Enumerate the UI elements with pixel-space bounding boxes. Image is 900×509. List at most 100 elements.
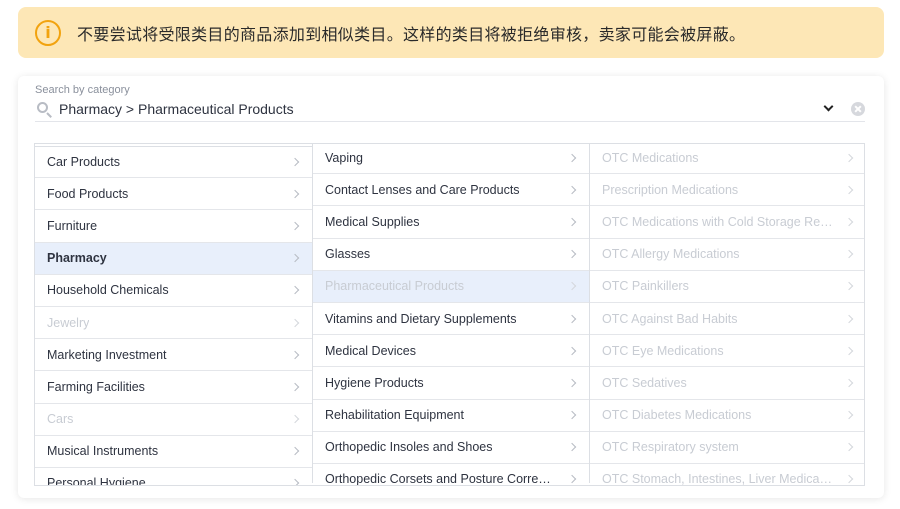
chevron-right-icon: [844, 185, 854, 195]
category-item-label: OTC Diabetes Medications: [602, 408, 752, 423]
category-item[interactable]: Musical Instruments: [35, 436, 312, 468]
category-item-label: Vitamins and Dietary Supplements: [325, 311, 517, 326]
chevron-right-icon: [844, 443, 854, 452]
category-item-label: Hygiene Products: [325, 375, 424, 390]
category-item: Jewelry: [35, 307, 312, 340]
restricted-category-warning: i 不要尝试将受限类目的商品添加到相似类目。这样的类目将被拒绝审核，卖家可能会被…: [18, 7, 884, 58]
chevron-right-icon: [290, 447, 300, 456]
category-item[interactable]: Medical Supplies: [313, 206, 589, 239]
chevron-right-icon: [844, 346, 854, 355]
category-item[interactable]: Hygiene Products: [313, 367, 589, 400]
category-item-label: Farming Facilities: [47, 379, 145, 394]
category-item[interactable]: Orthopedic Corsets and Posture Correct..…: [313, 464, 589, 486]
category-item: OTC Sedatives: [590, 367, 864, 400]
category-item-label: Rehabilitation Equipment: [325, 408, 464, 423]
category-item[interactable]: Glasses: [313, 239, 589, 271]
chevron-right-icon: [290, 318, 300, 327]
category-item[interactable]: Rehabilitation Equipment: [313, 400, 589, 432]
chevron-right-icon: [567, 153, 577, 162]
chevron-right-icon: [290, 286, 300, 295]
category-item: OTC Respiratory system: [590, 432, 864, 464]
category-item-label: OTC Medications with Cold Storage Req...: [602, 214, 834, 229]
chevron-right-icon: [844, 153, 854, 162]
search-icon: [35, 100, 53, 118]
category-item[interactable]: Medical Devices: [313, 335, 589, 368]
chevron-right-icon: [567, 314, 577, 323]
category-item: OTC Stomach, Intestines, Liver Medicati.…: [590, 464, 864, 485]
chevron-right-icon: [290, 221, 300, 231]
category-item-label: Household Chemicals: [47, 283, 169, 298]
search-label: Search by category: [35, 84, 130, 96]
chevron-right-icon: [567, 475, 577, 484]
category-item[interactable]: Farming Facilities: [35, 371, 312, 404]
category-item-label: Orthopedic Corsets and Posture Correct..…: [325, 472, 557, 486]
category-item-label: OTC Medications: [602, 150, 699, 165]
category-item[interactable]: Food Products: [35, 178, 312, 211]
chevron-right-icon: [844, 217, 854, 227]
chevron-right-icon: [844, 378, 854, 388]
category-item[interactable]: Personal Hygiene: [35, 468, 312, 486]
category-item: OTC Allergy Medications: [590, 239, 864, 271]
clear-icon[interactable]: [851, 101, 865, 116]
chevron-right-icon: [290, 479, 300, 485]
category-item[interactable]: Furniture: [35, 210, 312, 243]
category-item-label: Cars: [47, 412, 74, 427]
category-item-label: Marketing Investment: [47, 347, 167, 362]
category-item: OTC Eye Medications: [590, 335, 864, 368]
chevron-right-icon: [567, 185, 577, 195]
category-item-label: OTC Against Bad Habits: [602, 311, 738, 326]
category-item[interactable]: Contact Lenses and Care Products: [313, 174, 589, 207]
chevron-right-icon: [844, 282, 854, 291]
category-item: OTC Medications: [590, 144, 864, 175]
chevron-right-icon: [567, 378, 577, 388]
category-item[interactable]: Orthopedic Insoles and Shoes: [313, 432, 589, 464]
warning-text: 不要尝试将受限类目的商品添加到相似类目。这样的类目将被拒绝审核，卖家可能会被屏蔽…: [77, 24, 746, 44]
chevron-right-icon: [290, 350, 300, 359]
chevron-right-icon: [290, 414, 300, 424]
category-item: OTC Medications with Cold Storage Req...: [590, 206, 864, 239]
category-column-level-3: OTC Medications Prescription Medications O…: [589, 144, 864, 485]
category-item: Cars: [35, 404, 312, 436]
category-item-label: Pharmaceutical Products: [325, 279, 464, 294]
category-item[interactable]: Marketing Investment: [35, 339, 312, 372]
category-item[interactable]: Car Products: [35, 146, 312, 179]
chevron-right-icon: [844, 249, 854, 259]
category-item[interactable]: Vaping: [313, 144, 589, 175]
search-row: [35, 96, 865, 122]
category-item-label: Prescription Medications: [602, 182, 739, 197]
chevron-right-icon: [567, 217, 577, 227]
category-item[interactable]: Vitamins and Dietary Supplements: [313, 303, 589, 336]
category-item: Prescription Medications: [590, 174, 864, 207]
category-item[interactable]: Pharmaceutical Products: [313, 270, 589, 303]
category-columns: Car Products Food Products Furniture Pharma…: [34, 143, 865, 486]
category-item-label: Pharmacy: [47, 251, 107, 266]
category-item-label: Personal Hygiene: [47, 476, 146, 486]
chevron-right-icon: [567, 249, 577, 259]
category-item: OTC Painkillers: [590, 271, 864, 303]
category-picker: Search by category Car Products Food Prod…: [18, 76, 884, 498]
category-item-label: Jewelry: [47, 315, 90, 330]
chevron-right-icon: [567, 410, 577, 420]
category-item-label: OTC Painkillers: [602, 279, 689, 294]
category-item-label: Musical Instruments: [47, 444, 159, 459]
category-column-level-1: Car Products Food Products Furniture Pharma…: [35, 144, 312, 485]
category-item: OTC Against Bad Habits: [590, 303, 864, 336]
category-item-label: OTC Respiratory system: [602, 440, 739, 455]
chevron-right-icon: [567, 443, 577, 452]
chevron-right-icon: [290, 157, 300, 167]
category-search-input[interactable]: [59, 100, 817, 117]
category-column-level-2: Vaping Contact Lenses and Care Products Me…: [312, 144, 589, 486]
category-item: OTC Diabetes Medications: [590, 400, 864, 432]
category-item-label: Glasses: [325, 247, 371, 262]
chevron-down-icon[interactable]: [817, 98, 839, 120]
chevron-right-icon: [844, 475, 854, 484]
category-item-label: OTC Eye Medications: [602, 343, 724, 358]
category-item-label: Vaping: [325, 150, 363, 165]
category-item[interactable]: Household Chemicals: [35, 275, 312, 307]
category-item-label: Medical Devices: [325, 343, 417, 358]
chevron-right-icon: [844, 410, 854, 420]
category-item-label: Contact Lenses and Care Products: [325, 182, 520, 197]
category-item-label: Medical Supplies: [325, 214, 420, 229]
category-item[interactable]: Pharmacy: [35, 242, 312, 275]
category-item-label: OTC Sedatives: [602, 375, 687, 390]
